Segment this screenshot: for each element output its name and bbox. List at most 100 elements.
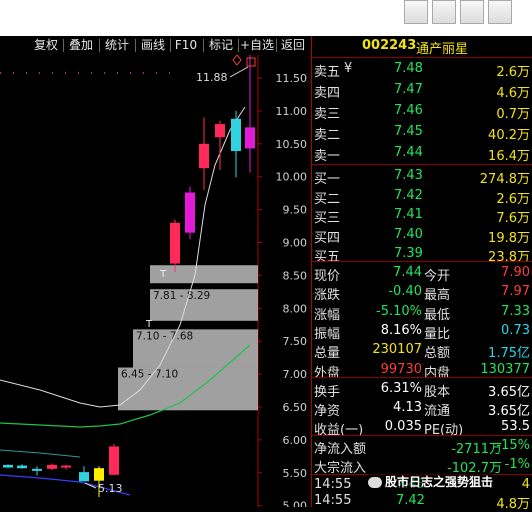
stat-value: 99730 [380, 361, 422, 377]
fund-value: 53.5 [501, 419, 530, 434]
bid-volume: 19.8万 [488, 230, 530, 246]
candle-body [109, 446, 119, 475]
ask-label: 卖一 [314, 149, 341, 164]
y-tick-label: 9.00 [283, 237, 308, 250]
ask-row: 卖四 7.47 4.6万 [312, 80, 532, 101]
fund-row: 收益(一) 0.035 PE(动) 53.5 [312, 417, 532, 438]
bid-label: 买三 [314, 211, 341, 226]
stat-value: 8.16% [380, 322, 422, 338]
candle-body [17, 465, 27, 469]
y-tick-label: 10.50 [276, 138, 308, 151]
bid-volume: 2.6万 [496, 191, 530, 207]
bid-row: 买三 7.41 7.6万 [312, 205, 532, 226]
stat-row: 总量 230107 总额 1.75亿 [312, 340, 532, 362]
kline-chart[interactable]: 11.50 11.00 10.50 10.00 9.50 9.00 8.50 8.00 7.50… [0, 53, 311, 512]
y-tick-label: 8.50 [283, 269, 308, 282]
ask-row: 卖二 7.45 40.2万 [312, 122, 532, 143]
gap-label: 7.81 - 8.29 [153, 290, 210, 302]
window-button[interactable] [404, 0, 428, 24]
bid-label: 买四 [314, 230, 341, 246]
stock-code: 002243 [362, 38, 417, 53]
stat-label: 振幅 [314, 326, 341, 342]
draw-line-button[interactable]: 画线 [137, 36, 169, 55]
stock-header: 002243 通产丽星 [312, 36, 532, 57]
stat-label: 最高 [424, 288, 451, 304]
stat-row: 涨幅 -5.10% 最低 7.33 [312, 302, 532, 323]
window-button[interactable] [488, 0, 512, 24]
watermark-text: 股市日志之强势狙击 [385, 475, 494, 489]
candle-body [94, 468, 104, 481]
ask-volume: 0.7万 [496, 107, 530, 122]
fund-value: 6.31% [380, 381, 422, 396]
y-tick-label: 6.00 [283, 434, 308, 447]
bid-price: 7.40 [394, 226, 423, 242]
tick-price: 7.42 [396, 493, 425, 508]
candle-body [47, 464, 57, 469]
ask-price: 7.46 [394, 103, 423, 118]
ask-price: 7.45 [394, 124, 423, 139]
currency-symbol: ¥ [344, 61, 353, 76]
overlay-button[interactable]: 叠加 [65, 36, 97, 55]
ask-row: 卖一 7.44 16.4万 [312, 143, 532, 164]
bid-volume: 274.8万 [479, 172, 530, 187]
stat-label: 涨幅 [314, 307, 341, 323]
ask-volume: 4.6万 [496, 86, 530, 101]
kline-chart-svg: 11.50 11.00 10.50 10.00 9.50 9.00 8.50 8.00 7.50… [0, 53, 308, 512]
y-tick-label: 5.50 [283, 467, 308, 480]
candle-body [3, 464, 13, 468]
stat-value: 0.73 [501, 322, 530, 338]
ask-label: 卖五 [314, 65, 341, 80]
diamond-marker [232, 54, 242, 66]
ask-label: 卖二 [314, 128, 341, 143]
stat-label: 总量 [314, 346, 341, 362]
stat-label: 总额 [424, 346, 451, 362]
stat-value: 7.44 [393, 265, 422, 280]
add-watchlist-button[interactable]: +自选 [239, 36, 275, 55]
ask-row: 卖三 7.46 0.7万 [312, 101, 532, 122]
y-tick-label: 5.00 [283, 500, 308, 507]
tick-time: 14:55 [314, 477, 352, 492]
high-pointer [229, 66, 249, 78]
tick-volume: 4 [521, 477, 530, 492]
f10-button[interactable]: F10 [172, 36, 200, 55]
mark-button[interactable]: 标记 [205, 36, 237, 55]
stat-value: 7.97 [501, 284, 530, 300]
stat-label: 现价 [314, 269, 341, 284]
window-button[interactable] [460, 0, 484, 24]
ma-short-line-2 [0, 449, 81, 458]
tick-time: 14:55 [314, 493, 352, 508]
y-tick-label: 11.00 [276, 105, 308, 118]
bid-price: 7.39 [394, 246, 423, 261]
restore-rights-button[interactable]: 复权 [30, 36, 62, 55]
candle-body [245, 127, 255, 149]
stat-value: -0.40 [388, 284, 422, 300]
stat-value: -5.10% [376, 303, 422, 319]
stat-label: 涨跌 [314, 288, 341, 304]
bid-row: 买一 7.43 274.8万 [312, 166, 532, 187]
bid-label: 买二 [314, 191, 341, 207]
window-button[interactable] [432, 0, 456, 24]
flow-percent: -15% [496, 438, 530, 453]
wechat-icon [368, 477, 382, 488]
y-tick-label: 7.50 [283, 335, 308, 348]
bid-row: 买四 7.40 19.8万 [312, 225, 532, 246]
candle-body [61, 465, 71, 468]
chart-toolbar: 复权 叠加 统计 画线 F10 标记 +自选 返回 [0, 36, 311, 55]
candle-body [231, 124, 241, 128]
y-tick-label: 10.00 [276, 171, 308, 184]
tick-row: 14:55 7.42 4.8万 [312, 491, 532, 512]
flow-row: 净流入额 -2711万 -15% [312, 436, 532, 457]
bid-row: 买二 7.42 2.6万 [312, 186, 532, 207]
y-tick-label: 11.50 [276, 72, 308, 85]
back-button[interactable]: 返回 [277, 36, 309, 55]
bid-volume: 7.6万 [496, 211, 530, 226]
limit-marker-glyph: T [145, 319, 153, 330]
y-tick-label: 6.50 [283, 401, 308, 414]
stat-row: 现价 7.44 今开 7.90 [312, 263, 532, 284]
ask-label: 卖三 [314, 107, 341, 122]
y-tick-label: 7.00 [283, 368, 308, 381]
fund-row: 换手 6.31% 股本 3.65亿 [312, 379, 532, 400]
statistics-button[interactable]: 统计 [101, 36, 133, 55]
stat-row: 振幅 8.16% 量比 0.73 [312, 321, 532, 342]
quote-panel: 002243 通产丽星 卖五 7.48 2.6万 ¥ 卖四 7.47 4.6万 卖三 7.46 0… [312, 36, 532, 512]
